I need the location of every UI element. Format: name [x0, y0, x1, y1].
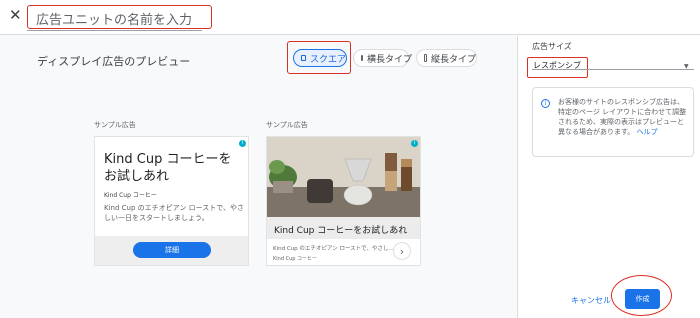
coffee-photo: [267, 137, 420, 217]
cancel-button[interactable]: キャンセル: [571, 295, 611, 306]
sample-ad-image: i Kind Cup コーヒーをお試しあれ Kind Cup のエチオピアン ロ…: [266, 136, 421, 266]
info-message: お客様のサイトのレスポンシブ広告は、特定のページ レイアウトに合わせて調整される…: [558, 98, 687, 136]
header-bar: ✕ 広告ユニットの名前を入力: [0, 0, 700, 35]
sample-ad-label-1: サンプル広告: [94, 121, 136, 129]
preview-area: ディスプレイ広告のプレビュー スクエア 横長タイプ 縦長タイプ サンプル広告 サ…: [0, 36, 517, 318]
ad1-description: Kind Cup のエチオピアン ローストで、やさしい一日をスタートしましょう。: [104, 204, 244, 222]
chip-horizontal-label: 横長タイプ: [367, 54, 413, 65]
adchoices-icon[interactable]: i: [411, 140, 418, 147]
sample-ad-text: i Kind Cup コーヒーをお試しあれ Kind Cup コーヒー Kind…: [94, 136, 249, 266]
chip-square[interactable]: スクエア: [293, 49, 347, 67]
preview-title: ディスプレイ広告のプレビュー: [37, 55, 191, 68]
ad1-title: Kind Cup コーヒーをお試しあれ: [104, 152, 232, 184]
ad-size-label: 広告サイズ: [532, 42, 572, 51]
info-text: お客様のサイトのレスポンシブ広告は、特定のページ レイアウトに合わせて調整される…: [558, 97, 688, 137]
chip-square-label: スクエア: [309, 54, 346, 65]
help-link[interactable]: ヘルプ: [637, 128, 658, 136]
ad-unit-name-input[interactable]: 広告ユニットの名前を入力: [36, 9, 192, 28]
chip-vertical[interactable]: 縦長タイプ: [416, 49, 477, 67]
adchoices-icon[interactable]: i: [239, 140, 246, 147]
ad1-brand: Kind Cup コーヒー: [104, 192, 157, 199]
ad2-title: Kind Cup コーヒーをお試しあれ: [274, 226, 408, 236]
ad2-brand: Kind Cup コーヒー: [273, 256, 318, 262]
chip-vertical-label: 縦長タイプ: [430, 54, 476, 65]
info-box: i お客様のサイトのレスポンシブ広告は、特定のページ レイアウトに合わせて調整さ…: [532, 87, 694, 157]
chevron-right-icon[interactable]: ›: [393, 242, 411, 260]
name-input-underline: [27, 30, 202, 31]
info-icon: i: [541, 99, 550, 108]
ad-size-select-underline: [532, 69, 694, 70]
settings-panel: 広告サイズ レスポンシブ ▼ i お客様のサイトのレスポンシブ広告は、特定のペー…: [517, 36, 700, 318]
create-button-highlight: [611, 275, 672, 316]
horizontal-shape-icon: [361, 55, 363, 61]
chip-horizontal[interactable]: 横長タイプ: [353, 49, 413, 67]
sample-ad-label-2: サンプル広告: [266, 121, 308, 129]
vertical-shape-icon: [424, 54, 427, 62]
ad2-description: Kind Cup のエチオピアン ローストで、やさし...: [273, 246, 394, 252]
ad1-details-button[interactable]: 詳細: [133, 242, 211, 258]
close-icon[interactable]: ✕: [9, 7, 22, 23]
square-shape-icon: [301, 55, 306, 61]
